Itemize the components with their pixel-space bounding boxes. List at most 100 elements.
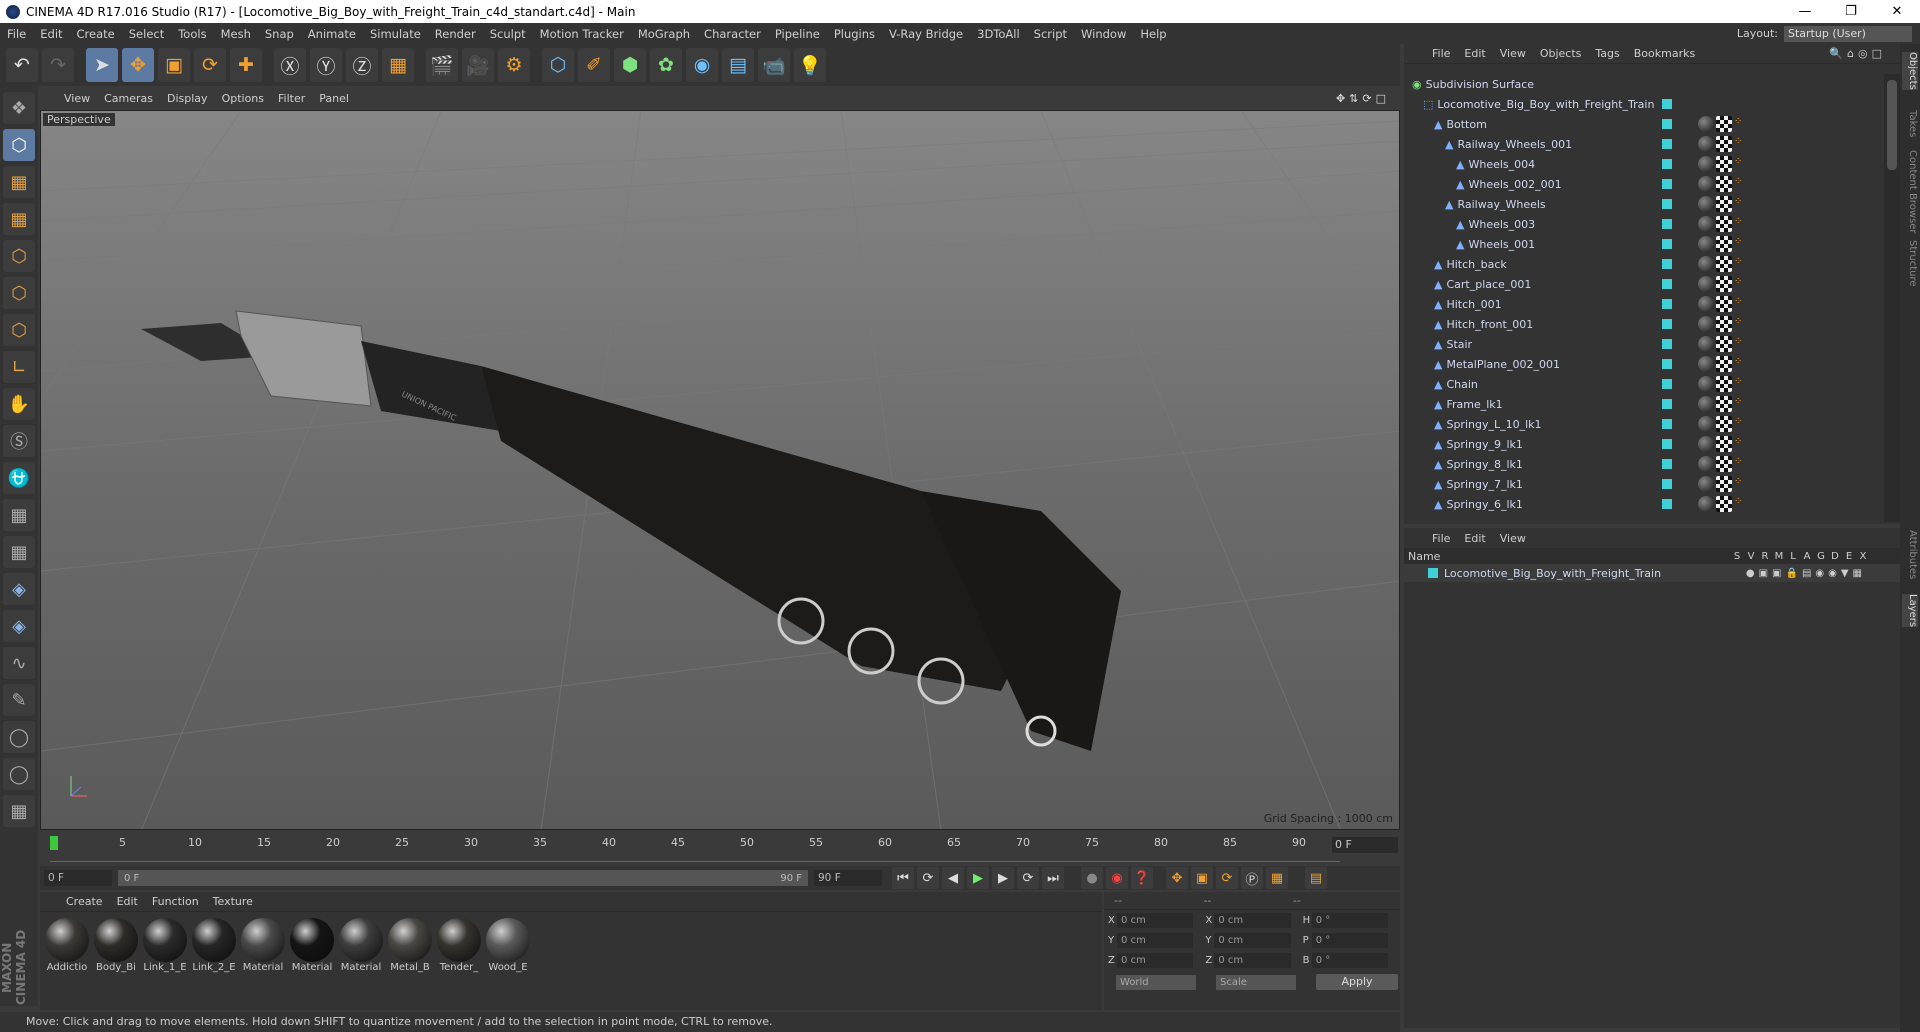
timeline-window-icon[interactable]: ▤ — [1305, 867, 1327, 889]
scale-tool-icon[interactable]: ▣ — [158, 48, 190, 82]
uvw-tag-icon[interactable] — [1716, 436, 1732, 452]
layer-color-indicator[interactable] — [1662, 319, 1672, 329]
viewport-camera-label[interactable]: Perspective — [43, 113, 115, 126]
layer-color-indicator[interactable] — [1662, 179, 1672, 189]
object-row[interactable]: ▲ Springy_7_lk1 ⁘ — [1404, 474, 1882, 494]
material-menu-function[interactable]: Function — [152, 895, 199, 908]
object-row[interactable]: ▲ Springy_L_10_lk1 ⁘ — [1404, 414, 1882, 434]
material-tag-icon[interactable] — [1698, 376, 1714, 392]
layer-color-indicator[interactable] — [1662, 279, 1672, 289]
menu-script[interactable]: Script — [1027, 27, 1074, 41]
material-item[interactable]: Link_1_E — [142, 918, 188, 973]
menu-sculpt[interactable]: Sculpt — [483, 27, 533, 41]
minimize-icon[interactable]: — — [1782, 4, 1828, 19]
mograph-cloner-icon[interactable]: ✿ — [650, 48, 682, 82]
object-name[interactable]: Hitch_back — [1446, 258, 1506, 271]
material-preview[interactable] — [339, 918, 383, 962]
lm-menu-edit[interactable]: Edit — [1464, 532, 1485, 545]
viewport-menu-cameras[interactable]: Cameras — [104, 92, 153, 105]
object-name[interactable]: Railway_Wheels_001 — [1457, 138, 1572, 151]
tab-takes[interactable]: Takes — [1902, 110, 1918, 137]
coordinate-mode-select[interactable]: World — [1116, 974, 1196, 990]
object-row[interactable]: ▲ Frame_lk1 ⁘ — [1404, 394, 1882, 414]
object-row[interactable]: ▲ Hitch_001 ⁘ — [1404, 294, 1882, 314]
python-icon[interactable]: ◈ — [3, 573, 35, 605]
layer-color-indicator[interactable] — [1662, 139, 1672, 149]
material-item[interactable]: Tender_ — [436, 918, 482, 973]
tab-layers[interactable]: Layers — [1902, 594, 1918, 628]
phong-tag-icon[interactable]: ⁘ — [1734, 296, 1744, 312]
object-name[interactable]: Hitch_front_001 — [1446, 318, 1533, 331]
close-icon[interactable]: ✕ — [1874, 4, 1920, 19]
restore-icon[interactable]: ❐ — [1828, 4, 1874, 19]
tab-attributes[interactable]: Attributes — [1902, 530, 1918, 579]
layer-color-swatch[interactable] — [1428, 568, 1438, 578]
undo-icon[interactable]: ↶ — [6, 48, 38, 82]
key-pla-icon[interactable]: ▦ — [1266, 867, 1288, 889]
key-rotation-icon[interactable]: ⟳ — [1216, 867, 1238, 889]
go-to-end-icon[interactable]: ⏭ — [1042, 867, 1064, 889]
material-tag-icon[interactable] — [1698, 396, 1714, 412]
layer-flag-icons[interactable]: ●▣▣🔒▤◉◉▼▦ — [1746, 568, 1866, 579]
lm-menu-view[interactable]: View — [1500, 532, 1526, 545]
uvw-tag-icon[interactable] — [1716, 356, 1732, 372]
object-name[interactable]: Bottom — [1446, 118, 1486, 131]
phong-tag-icon[interactable]: ⁘ — [1734, 496, 1744, 512]
viewport-menu-options[interactable]: Options — [222, 92, 264, 105]
object-name[interactable]: Wheels_001 — [1468, 238, 1535, 251]
layer-color-indicator[interactable] — [1662, 119, 1672, 129]
object-row[interactable]: ⬚ Locomotive_Big_Boy_with_Freight_Train — [1404, 94, 1882, 114]
layer-color-indicator[interactable] — [1662, 399, 1672, 409]
layer-color-indicator[interactable] — [1662, 219, 1672, 229]
texture-mode-icon[interactable]: ▦ — [3, 166, 35, 198]
viewport-menu-filter[interactable]: Filter — [278, 92, 305, 105]
material-preview[interactable] — [486, 918, 530, 962]
autokey-icon[interactable]: ◉ — [1106, 867, 1128, 889]
timeline[interactable]: 0 5 10 15 20 25 30 35 40 45 50 55 60 65 … — [40, 832, 1400, 864]
menu-select[interactable]: Select — [122, 27, 171, 41]
current-frame-field[interactable]: 0 F — [1332, 837, 1398, 853]
tab-objects[interactable]: Objects — [1902, 52, 1918, 90]
transform-tool-icon[interactable]: ✚ — [230, 48, 262, 82]
uvw-tag-icon[interactable] — [1716, 116, 1732, 132]
start-frame-field[interactable]: 0 F — [44, 870, 112, 886]
object-row[interactable]: ▲ MetalPlane_002_001 ⁘ — [1404, 354, 1882, 374]
phong-tag-icon[interactable]: ⁘ — [1734, 156, 1744, 172]
keyframe-selection-icon[interactable]: ❓ — [1131, 867, 1153, 889]
record-active-icon[interactable]: ● — [1081, 867, 1103, 889]
material-preview[interactable] — [388, 918, 432, 962]
rotation-h-field[interactable]: 0 ° — [1311, 912, 1388, 928]
phong-tag-icon[interactable]: ⁘ — [1734, 196, 1744, 212]
material-preview[interactable] — [290, 918, 334, 962]
phong-tag-icon[interactable]: ⁘ — [1734, 316, 1744, 332]
paint-tool-icon[interactable]: ✎ — [3, 684, 35, 716]
tweak-mode-icon[interactable]: ✋ — [3, 388, 35, 420]
render-settings-icon[interactable]: ⚙ — [498, 48, 530, 82]
rotation-b-field[interactable]: 0 ° — [1311, 952, 1388, 968]
select-arrow-icon[interactable]: ➤ — [86, 48, 118, 82]
viewport-3d[interactable]: UNION PACIFIC Perspective Grid Spacing :… — [40, 110, 1400, 830]
layer-color-indicator[interactable] — [1662, 379, 1672, 389]
uvw-tag-icon[interactable] — [1716, 456, 1732, 472]
x-axis-lock-icon[interactable]: Ⓧ — [274, 48, 306, 82]
menu-mograph[interactable]: MoGraph — [631, 27, 697, 41]
object-row[interactable]: ▲ Hitch_front_001 ⁘ — [1404, 314, 1882, 334]
rotate-tool-icon[interactable]: ⟳ — [194, 48, 226, 82]
menu-3dtoall[interactable]: 3DToAll — [970, 27, 1027, 41]
phong-tag-icon[interactable]: ⁘ — [1734, 116, 1744, 132]
material-tag-icon[interactable] — [1698, 436, 1714, 452]
material-tag-icon[interactable] — [1698, 296, 1714, 312]
material-preview[interactable] — [192, 918, 236, 962]
layer-color-indicator[interactable] — [1662, 499, 1672, 509]
workplane-icon[interactable]: ▦ — [3, 499, 35, 531]
menu-motion-tracker[interactable]: Motion Tracker — [533, 27, 631, 41]
render-picture-viewer-icon[interactable]: 🎥 — [462, 48, 494, 82]
layer-color-indicator[interactable] — [1662, 339, 1672, 349]
spline-tool-icon[interactable]: ∿ — [3, 647, 35, 679]
position-z-field[interactable]: 0 cm — [1117, 952, 1194, 968]
material-tag-icon[interactable] — [1698, 216, 1714, 232]
phong-tag-icon[interactable]: ⁘ — [1734, 176, 1744, 192]
menu-vray-bridge[interactable]: V-Ray Bridge — [882, 27, 970, 41]
rotation-p-field[interactable]: 0 ° — [1311, 932, 1388, 948]
object-row[interactable]: ▲ Wheels_004 ⁘ — [1404, 154, 1882, 174]
